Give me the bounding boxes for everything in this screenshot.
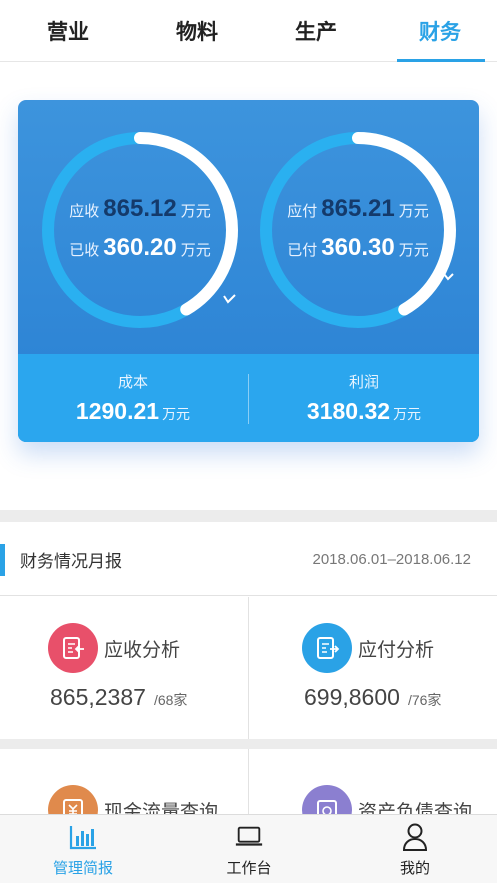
nav-label: 管理简报: [52, 859, 113, 877]
payable-analysis-card[interactable]: 应付分析 699,8600 /76家: [249, 597, 497, 739]
receivable-analysis-card[interactable]: 应收分析 865,2387 /68家: [0, 597, 248, 739]
nav-profile[interactable]: 我的: [332, 815, 497, 883]
section-separator: [0, 510, 497, 522]
profit-value: 3180.32: [306, 398, 391, 424]
laptop-icon: [234, 822, 264, 852]
profit-block[interactable]: 利润 3180.32 万元: [249, 354, 479, 442]
card-count: /76家: [407, 692, 442, 708]
section-accent-bar: [0, 544, 5, 576]
bar-chart-icon: [68, 822, 98, 852]
section-title: 财务情况月报: [20, 551, 122, 571]
receivable-due-label: 应收: [69, 203, 100, 220]
cost-value: 1290.21: [75, 398, 160, 424]
nav-workbench[interactable]: 工作台: [166, 815, 332, 883]
profit-unit: 万元: [393, 406, 422, 422]
received-label: 已收: [69, 242, 100, 259]
paid-value: 360.30: [321, 234, 395, 261]
cost-unit: 万元: [162, 406, 191, 422]
card-title: 应付分析: [358, 640, 435, 661]
payable-due-value: 865.21: [321, 195, 395, 222]
cash-flow-card[interactable]: 现金流量查询: [0, 749, 248, 819]
nav-label: 工作台: [226, 859, 272, 877]
tab-materials[interactable]: 物料: [147, 0, 247, 62]
card-count: /68家: [153, 692, 188, 708]
paid-label: 已付: [287, 242, 318, 259]
payable-due-unit: 万元: [398, 203, 429, 220]
tab-sales[interactable]: 营业: [18, 0, 118, 62]
receivable-due-unit: 万元: [180, 203, 211, 220]
card-value: 699,8600: [304, 684, 400, 710]
grid-row-separator: [0, 739, 497, 749]
payable-doc-icon: [302, 623, 352, 673]
tab-production[interactable]: 生产: [266, 0, 366, 62]
monthly-report-header: 财务情况月报 2018.06.01–2018.06.12: [0, 522, 497, 596]
cost-block[interactable]: 成本 1290.21 万元: [18, 354, 248, 442]
card-value: 865,2387: [50, 684, 146, 710]
receivable-due-value: 865.12: [103, 195, 177, 222]
active-tab-indicator: [397, 59, 485, 62]
cost-label: 成本: [117, 374, 148, 391]
received-value: 360.20: [103, 234, 177, 261]
payable-ring[interactable]: 应付 865.21 万元 已付 360.30 万元: [256, 128, 460, 332]
card-title: 应收分析: [104, 640, 181, 661]
balance-sheet-card[interactable]: 资产负债查询: [249, 749, 497, 819]
cost-profit-strip: 成本 1290.21 万元 利润 3180.32 万元: [18, 354, 479, 442]
user-icon: [400, 822, 430, 852]
bottom-nav-bar: 管理简报 工作台 我的: [0, 814, 497, 883]
received-unit: 万元: [180, 242, 211, 259]
tab-finance[interactable]: 财务: [390, 0, 490, 62]
nav-management-brief[interactable]: 管理简报: [0, 815, 166, 883]
paid-unit: 万元: [398, 242, 429, 259]
receivable-ring[interactable]: 应收 865.12 万元 已收 360.20 万元: [38, 128, 242, 332]
profit-label: 利润: [348, 374, 379, 391]
nav-label: 我的: [399, 859, 430, 877]
finance-summary-card: 应收 865.12 万元 已收 360.20 万元 应付 865.21 万元 已…: [18, 100, 479, 442]
receivable-doc-icon: [48, 623, 98, 673]
top-tab-bar: 营业 物料 生产 财务: [0, 0, 497, 62]
report-date-range[interactable]: 2018.06.01–2018.06.12: [313, 522, 472, 596]
payable-due-label: 应付: [287, 203, 318, 220]
